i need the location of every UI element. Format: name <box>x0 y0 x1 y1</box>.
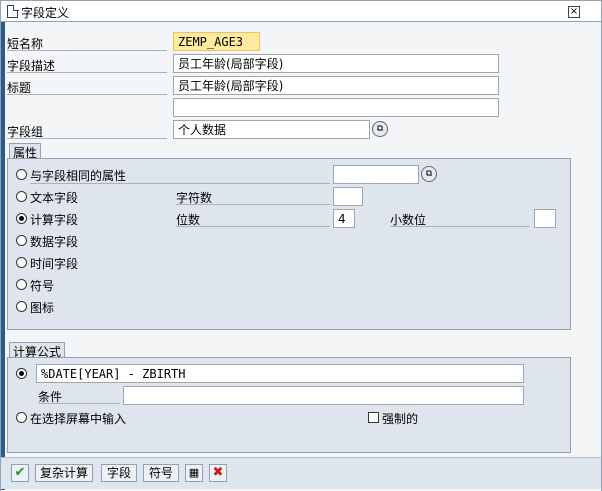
calc-field-radio[interactable] <box>16 213 27 224</box>
description-label-row: 字段描述 <box>7 57 167 73</box>
description-field[interactable]: 员工年龄(局部字段) <box>173 54 499 73</box>
formula-section-label: 计算公式 <box>9 342 66 359</box>
icon-radio[interactable] <box>16 301 27 312</box>
char-count-label: 字符数 <box>176 191 213 205</box>
field-button[interactable]: 字段 <box>101 464 137 482</box>
date-field-radio[interactable] <box>16 235 27 246</box>
formula-radio[interactable] <box>16 368 27 379</box>
attributes-group: 与字段相同的属性 ⧉ 文本字段 字符数 计算字段 位数 4 小数位 数据字段 时… <box>7 158 571 330</box>
symbol-button[interactable]: 符号 <box>143 464 179 482</box>
heading-label: 标题 <box>7 81 32 95</box>
input-on-screen-radio[interactable] <box>16 412 27 423</box>
accent-stripe <box>1 22 5 490</box>
close-button[interactable]: × <box>568 6 580 18</box>
condition-label: 条件 <box>38 390 63 404</box>
text-field-label: 文本字段 <box>30 191 79 205</box>
attributes-section-label: 属性 <box>9 143 42 160</box>
window-title-bar: 字段定义 × <box>0 0 602 22</box>
field-definition-dialog: 短名称 ZEMP_AGE3 字段描述 员工年龄(局部字段) 标题 员工年龄(局部… <box>0 22 602 491</box>
input-on-screen-label: 在选择屏幕中输入 <box>30 412 127 426</box>
icon-label: 图标 <box>30 301 55 315</box>
description-label: 字段描述 <box>7 59 56 73</box>
cancel-x-icon: ✖ <box>212 465 224 480</box>
symbol-radio[interactable] <box>16 279 27 290</box>
field-group-label-row: 字段组 <box>7 123 167 139</box>
divider <box>30 183 330 184</box>
list-grid-icon: ▦ <box>188 466 200 479</box>
field-group-label: 字段组 <box>7 125 44 139</box>
same-attr-dropdown-button[interactable]: ⧉ <box>421 166 437 182</box>
char-count-field[interactable] <box>333 187 363 206</box>
document-icon <box>7 5 19 18</box>
same-attr-field[interactable] <box>333 165 419 184</box>
condition-label-row: 条件 <box>38 388 120 404</box>
decimals-field[interactable] <box>534 209 556 228</box>
checkmark-icon: ✔ <box>14 465 26 480</box>
cancel-button[interactable]: ✖ <box>209 464 227 482</box>
mandatory-checkbox[interactable] <box>368 412 379 423</box>
short-name-label: 短名称 <box>7 37 44 51</box>
text-field-radio[interactable] <box>16 191 27 202</box>
same-attr-label: 与字段相同的属性 <box>30 169 127 183</box>
symbol-label: 符号 <box>30 279 55 293</box>
time-field-label: 时间字段 <box>30 257 79 271</box>
formula-group: %DATE[YEAR] - ZBIRTH 条件 在选择屏幕中输入 强制的 <box>7 357 571 453</box>
decimals-label-row: 小数位 <box>390 211 530 227</box>
bottom-toolbar: ✔ 复杂计算 字段 符号 ▦ ✖ <box>1 457 601 489</box>
short-name-field[interactable]: ZEMP_AGE3 <box>173 32 260 51</box>
field-group-field[interactable]: 个人数据 <box>173 120 370 139</box>
digits-field[interactable]: 4 <box>333 209 355 228</box>
mandatory-label: 强制的 <box>382 412 419 426</box>
calc-field-label: 计算字段 <box>30 213 79 227</box>
time-field-radio[interactable] <box>16 257 27 268</box>
heading-label-row: 标题 <box>7 79 167 95</box>
decimals-label: 小数位 <box>390 213 427 227</box>
digits-label-row: 位数 <box>176 211 330 227</box>
complex-calc-button[interactable]: 复杂计算 <box>35 464 93 482</box>
heading-field-2[interactable] <box>173 98 499 117</box>
formula-expression-field[interactable]: %DATE[YEAR] - ZBIRTH <box>36 364 524 383</box>
heading-field[interactable]: 员工年龄(局部字段) <box>173 76 499 95</box>
digits-label: 位数 <box>176 213 201 227</box>
same-attr-radio[interactable] <box>16 169 27 180</box>
ok-button[interactable]: ✔ <box>11 464 29 482</box>
short-name-label-row: 短名称 <box>7 35 167 51</box>
char-count-label-row: 字符数 <box>176 189 330 205</box>
field-group-dropdown-button[interactable]: ⧉ <box>372 121 388 137</box>
window-title: 字段定义 <box>21 6 70 20</box>
date-field-label: 数据字段 <box>30 235 79 249</box>
list-button[interactable]: ▦ <box>185 464 203 482</box>
condition-field[interactable] <box>123 386 524 405</box>
